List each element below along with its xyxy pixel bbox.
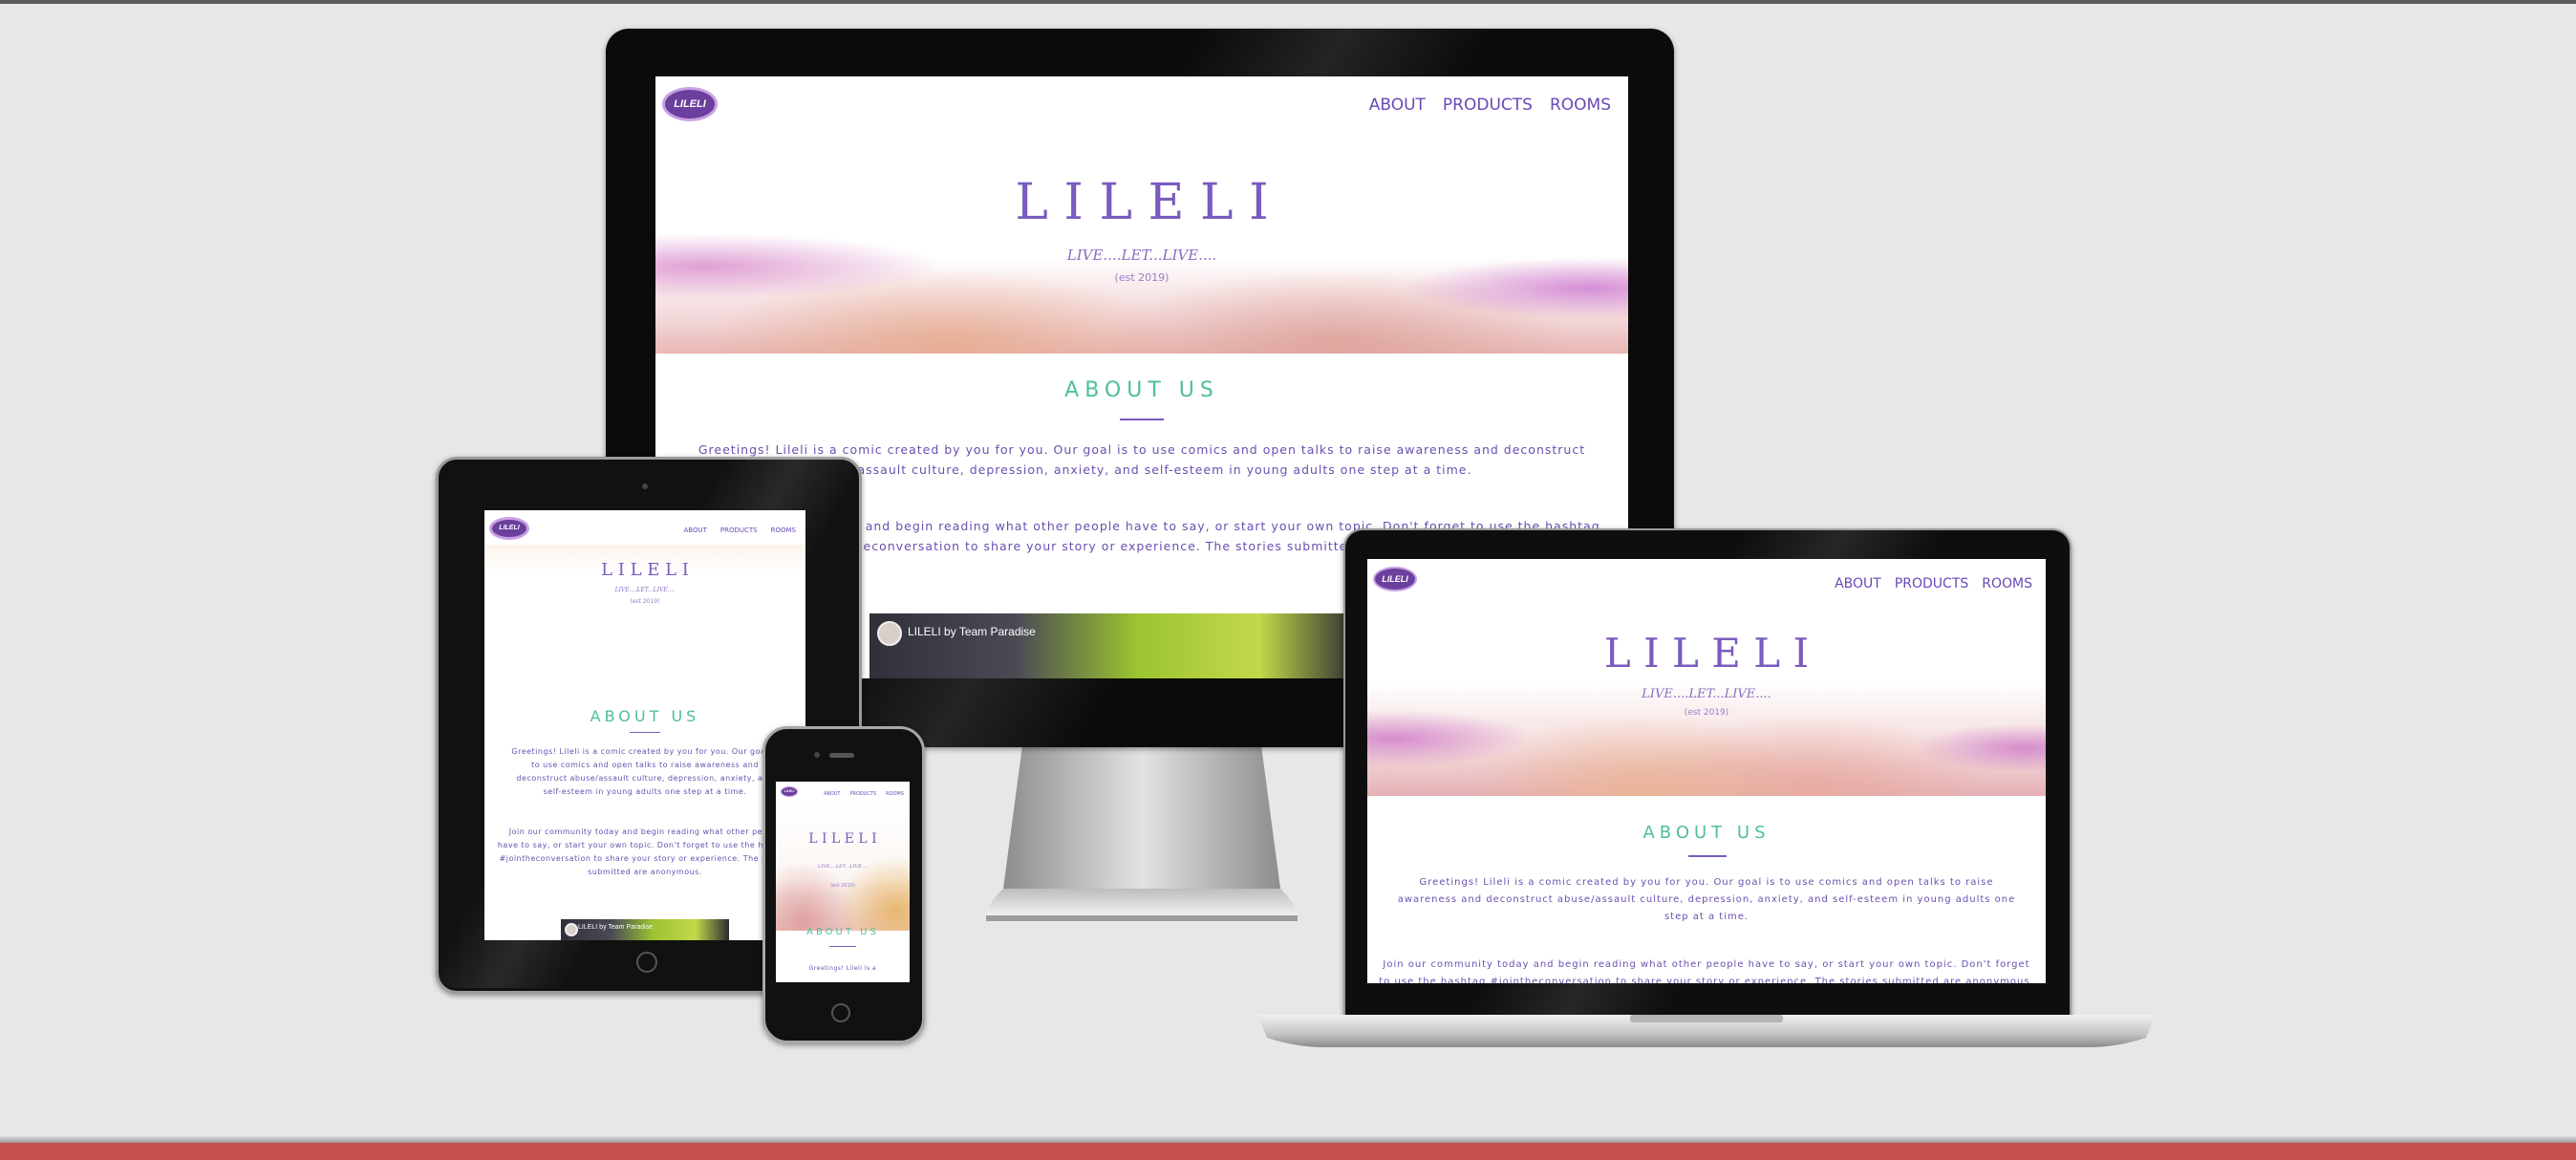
- footer-shadow: [0, 1135, 2576, 1143]
- nav-about[interactable]: ABOUT: [1369, 96, 1426, 115]
- site-logo[interactable]: LILELI: [1375, 569, 1415, 590]
- nav-about[interactable]: ABOUT: [684, 526, 707, 534]
- hero-est: (est 2019): [1684, 708, 1729, 718]
- hero-tagline: LIVE....LET...LIVE....: [614, 587, 676, 593]
- hero-banner: L I L E L I LIVE....LET...LIVE.... (est …: [484, 545, 805, 636]
- phone-screen: LILELI ABOUT PRODUCTS ROOMS L I L E L I …: [776, 782, 910, 982]
- video-embed[interactable]: LILELI by Team Paradise: [561, 919, 729, 940]
- hero-est: (est 2019): [830, 883, 855, 889]
- about-heading: ABOUT US: [590, 707, 700, 725]
- nav-rooms[interactable]: ROOMS: [1550, 96, 1611, 115]
- phone-camera: [814, 752, 820, 758]
- site-nav: ABOUT PRODUCTS ROOMS: [1835, 576, 2032, 591]
- hero-title: L I L E L I: [1603, 630, 1810, 677]
- hero-title: L I L E L I: [1015, 174, 1269, 231]
- about-underline: [1688, 855, 1727, 857]
- site-logo[interactable]: LILELI: [665, 90, 715, 118]
- channel-avatar: [565, 923, 578, 936]
- about-underline: [1120, 419, 1164, 420]
- video-title[interactable]: LILELI by Team Paradise: [578, 924, 653, 931]
- about-paragraph-2: Join our community today and begin readi…: [497, 827, 793, 876]
- tablet-home-button[interactable]: [636, 952, 657, 973]
- nav-about[interactable]: ABOUT: [1835, 576, 1881, 591]
- top-edge-bar: [0, 0, 2576, 4]
- hero-tagline: LIVE....LET...LIVE....: [1642, 687, 1771, 701]
- nav-products[interactable]: PRODUCTS: [1443, 96, 1533, 115]
- about-paragraph-1: Greetings! Lileli is a comic created by …: [1397, 877, 2016, 922]
- site-nav: ABOUT PRODUCTS ROOMS: [1369, 96, 1611, 115]
- phone-speaker: [829, 753, 854, 758]
- video-embed[interactable]: LILELI by Team Paradise: [869, 613, 1357, 678]
- nav-rooms[interactable]: ROOMS: [771, 526, 796, 534]
- site-nav: ABOUT PRODUCTS ROOMS: [824, 791, 904, 797]
- about-heading: ABOUT US: [806, 927, 879, 937]
- hero-title: L I L E L I: [808, 831, 877, 847]
- about-heading: ABOUT US: [1064, 378, 1219, 402]
- nav-products[interactable]: PRODUCTS: [1895, 576, 1968, 591]
- phone-home-button[interactable]: [831, 1003, 850, 1022]
- about-paragraph-2: Join our community today and begin readi…: [1379, 959, 2034, 983]
- channel-avatar: [877, 621, 902, 646]
- nav-rooms[interactable]: ROOMS: [886, 791, 904, 797]
- hero-banner: L I L E L I LIVE....LET...LIVE.... (est …: [655, 136, 1628, 354]
- site-logo[interactable]: LILELI: [492, 520, 526, 537]
- nav-about[interactable]: ABOUT: [824, 791, 840, 797]
- hero-est: (est 2019): [1114, 271, 1170, 284]
- about-paragraph-1: Greetings! Lileli is a comic created by …: [511, 747, 779, 796]
- hero-banner: L I L E L I LIVE....LET...LIVE.... (est …: [1367, 605, 2046, 796]
- about-heading: ABOUT US: [1642, 823, 1771, 843]
- hero-tagline: LIVE....LET...LIVE....: [817, 864, 869, 870]
- nav-products[interactable]: PRODUCTS: [850, 791, 877, 797]
- hero-banner: L I L E L I LIVE....LET...LIVE.... (est …: [776, 801, 910, 931]
- hero-est: (est 2019): [630, 598, 660, 605]
- about-underline: [630, 732, 660, 733]
- site-nav: ABOUT PRODUCTS ROOMS: [684, 526, 796, 534]
- about-underline: [829, 946, 856, 947]
- tablet-screen: LILELI ABOUT PRODUCTS ROOMS L I L E L I …: [484, 510, 805, 940]
- site-logo[interactable]: LILELI: [782, 787, 797, 796]
- footer-bar: [0, 1143, 2576, 1160]
- hero-title: L I L E L I: [601, 560, 689, 580]
- hero-tagline: LIVE....LET...LIVE....: [1066, 247, 1217, 264]
- laptop-base: [1257, 1015, 2156, 1047]
- monitor-stand: [985, 745, 1299, 921]
- video-title[interactable]: LILELI by Team Paradise: [908, 625, 1036, 638]
- nav-products[interactable]: PRODUCTS: [720, 526, 758, 534]
- about-paragraph-1: Greetings! Lileli is a: [808, 965, 877, 972]
- nav-rooms[interactable]: ROOMS: [1982, 576, 2032, 591]
- laptop-screen: LILELI ABOUT PRODUCTS ROOMS L I L E L I …: [1367, 559, 2046, 983]
- tablet-camera: [642, 483, 648, 489]
